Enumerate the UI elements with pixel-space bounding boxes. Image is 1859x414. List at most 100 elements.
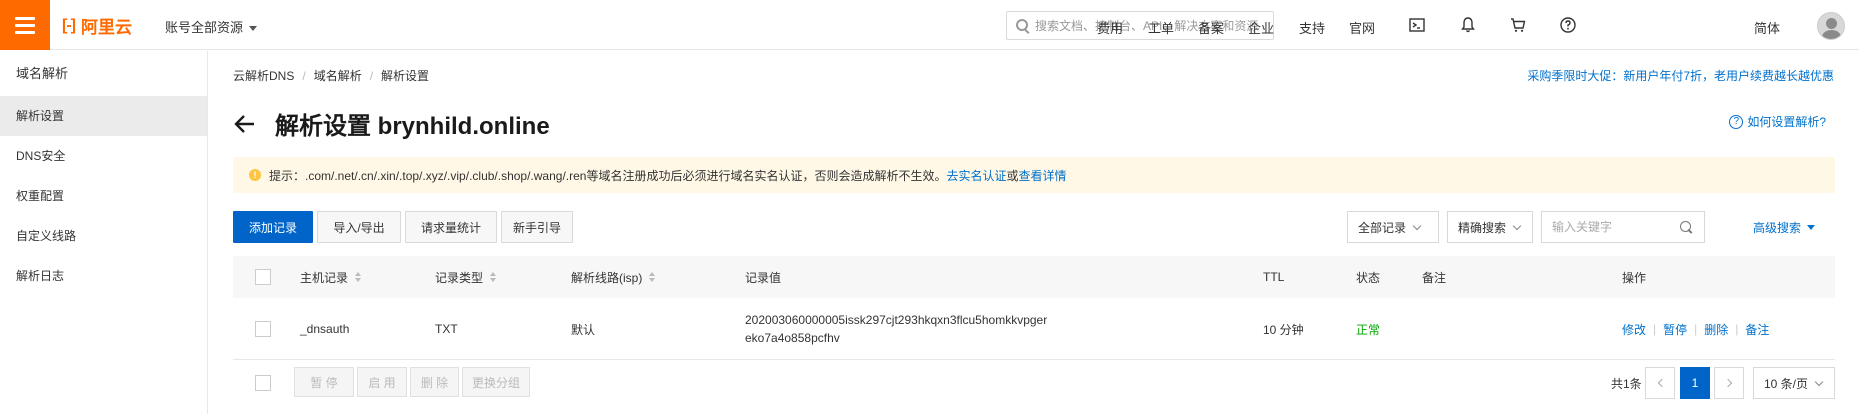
page-size-value: 10 条/页 [1764,376,1809,391]
delete-link[interactable]: 删除 [1704,321,1728,338]
header-type[interactable]: 记录类型 [435,256,497,298]
page-title-bar: 解析设置 brynhild.online [233,106,550,141]
chevron-left-icon [1657,378,1666,388]
keyword-search[interactable] [1541,211,1705,243]
breadcrumb: 云解析DNS / 域名解析 / 解析设置 [233,69,430,83]
sidebar-item-weight-config[interactable]: 权重配置 [0,176,207,216]
question-icon: ? [1729,114,1744,129]
header-value: 记录值 [745,270,782,285]
sort-icon[interactable] [490,272,497,282]
menu-icon[interactable] [0,0,50,50]
select-all-checkbox[interactable] [255,269,271,285]
warning-icon: ! [249,169,261,181]
nav-enterprise[interactable]: 企业 [1248,18,1274,37]
search-icon [1016,19,1028,31]
logo-text: 阿里云 [80,18,132,37]
table-row: _dnsauth TXT 默认 202003060000005issk297cj… [233,298,1835,360]
help-link[interactable]: ? 如何设置解析? [1729,113,1826,130]
header-ttl: TTL [1263,270,1285,284]
nav-icp[interactable]: 备案 [1198,18,1224,37]
cart-icon[interactable] [1509,16,1527,34]
sidebar-title: 域名解析 [16,66,69,81]
row-actions: 修改 | 暂停 | 删除 | 备注 [1622,321,1770,338]
caret-down-icon [1807,225,1816,230]
nav-official-site[interactable]: 官网 [1349,18,1375,37]
advanced-search-link[interactable]: 高级搜索 [1753,219,1816,236]
global-search[interactable] [1006,11,1274,40]
bulk-delete-button[interactable]: 删 除 [410,367,459,397]
back-arrow-icon[interactable] [233,112,257,136]
footer-select-checkbox[interactable] [255,375,271,391]
page-1-button[interactable]: 1 [1680,367,1710,399]
beginner-guide-button[interactable]: 新手引导 [501,211,573,243]
search-icon[interactable] [1680,221,1691,232]
nav-tickets[interactable]: 工单 [1148,18,1174,37]
sidebar-item-dns-security[interactable]: DNS安全 [0,136,207,176]
breadcrumb-item[interactable]: 云解析DNS [233,69,294,83]
promo-link[interactable]: 采购季限时大促：新用户年付7折，老用户续费越长越优惠 [1527,67,1834,84]
nav-fees[interactable]: 费用 [1097,18,1123,37]
cell-ttl: 10 分钟 [1263,322,1304,337]
cell-type: TXT [435,322,458,336]
table-header: 主机记录 记录类型 解析线路(isp) 记录值 TTL 状态 备注 操作 [233,256,1835,298]
view-details-link[interactable]: 查看详情 [1019,167,1067,184]
aliyun-logo-icon: [-] [62,16,76,34]
add-record-button[interactable]: 添加记录 [233,211,313,243]
notice-banner: ! 提示：.com/.net/.cn/.xin/.top/.xyz/.vip/.… [233,157,1835,193]
keyword-input[interactable] [1552,220,1672,234]
row-checkbox[interactable] [255,321,271,337]
record-filter-value: 全部记录 [1358,220,1407,235]
cell-value: 202003060000005issk297cjt293hkqxn3flcu5h… [745,313,1048,345]
header-type-label: 记录类型 [435,270,484,285]
sidebar-item-custom-line[interactable]: 自定义线路 [0,216,207,256]
account-resource-selector[interactable]: 账号全部资源 [165,17,258,36]
chevron-down-icon [1412,221,1422,230]
notice-joiner: 或 [1006,168,1019,183]
help-icon[interactable] [1559,16,1577,34]
prev-page-button[interactable] [1645,367,1675,399]
header-host-label: 主机记录 [300,270,349,285]
header-status: 状态 [1356,270,1381,285]
sidebar: 域名解析 解析设置 DNS安全 权重配置 自定义线路 解析日志 [0,51,208,414]
sort-icon[interactable] [355,272,362,282]
bulk-pause-button[interactable]: 暂 停 [294,367,354,397]
import-export-button[interactable]: 导入/导出 [317,211,401,243]
caret-down-icon [249,26,258,32]
header-host[interactable]: 主机记录 [300,256,362,298]
request-stats-button[interactable]: 请求量统计 [405,211,497,243]
search-mode-select[interactable]: 精确搜索 [1447,211,1533,243]
page-size-select[interactable]: 10 条/页 [1753,367,1835,399]
bell-icon[interactable] [1459,16,1477,34]
table-footer: 暂 停 启 用 删 除 更换分组 共1条 1 10 条/页 [233,366,1835,400]
header-action: 操作 [1622,270,1647,285]
sidebar-item-dns-settings[interactable]: 解析设置 [0,96,207,136]
total-count: 共1条 [1611,377,1642,391]
account-resource-label: 账号全部资源 [165,20,244,35]
logo[interactable]: [-] 阿里云 [62,13,132,38]
real-name-link[interactable]: 去实名认证 [946,167,1006,184]
header-line[interactable]: 解析线路(isp) [571,256,656,298]
search-mode-value: 精确搜索 [1458,220,1507,235]
record-filter-select[interactable]: 全部记录 [1347,211,1439,243]
terminal-icon[interactable] [1408,16,1426,34]
breadcrumb-item[interactable]: 域名解析 [314,69,362,83]
sidebar-item-resolve-log[interactable]: 解析日志 [0,256,207,296]
sort-icon[interactable] [649,272,656,282]
header-remark: 备注 [1422,270,1447,285]
edit-link[interactable]: 修改 [1622,321,1646,338]
language-switch[interactable]: 简体 [1754,18,1780,37]
change-group-button[interactable]: 更换分组 [462,367,530,397]
advanced-search-label: 高级搜索 [1753,221,1802,235]
status-badge: 正常 [1356,322,1381,337]
notice-text: 提示：.com/.net/.cn/.xin/.top/.xyz/.vip/.cl… [269,168,947,183]
nav-support[interactable]: 支持 [1299,18,1325,37]
avatar[interactable] [1817,12,1845,40]
header-line-label: 解析线路(isp) [571,270,643,285]
next-page-button[interactable] [1714,367,1744,399]
remark-link[interactable]: 备注 [1745,321,1769,338]
breadcrumb-item: 解析设置 [381,69,430,83]
help-link-label: 如何设置解析? [1747,115,1826,129]
bulk-enable-button[interactable]: 启 用 [357,367,407,397]
pause-link[interactable]: 暂停 [1663,321,1687,338]
cell-line: 默认 [571,322,596,337]
